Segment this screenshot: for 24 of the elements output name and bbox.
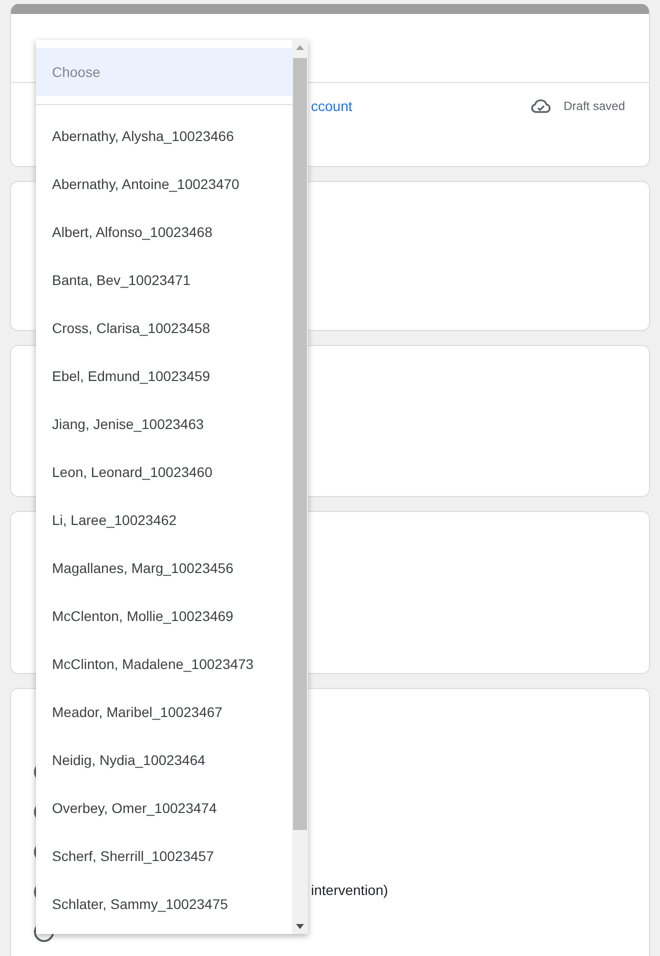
dropdown-option[interactable]: McClinton, Madalene_10023473 [36, 640, 292, 688]
dropdown-option[interactable]: Magallanes, Marg_10023456 [36, 544, 292, 592]
dropdown-option[interactable]: McClenton, Mollie_10023469 [36, 592, 292, 640]
account-link[interactable]: ccount [311, 98, 352, 114]
draft-saved-status: Draft saved [564, 99, 625, 113]
dropdown-option[interactable]: Meador, Maribel_10023467 [36, 688, 292, 736]
dropdown-option[interactable]: Albert, Alfonso_10023468 [36, 208, 292, 256]
option-label: intervention) [311, 882, 388, 898]
dropdown-option[interactable]: Li, Laree_10023462 [36, 496, 292, 544]
dropdown-option[interactable]: Neidig, Nydia_10023464 [36, 736, 292, 784]
dropdown-option[interactable]: Abernathy, Antoine_10023470 [36, 160, 292, 208]
dropdown-option[interactable]: Overbey, Omer_10023474 [36, 784, 292, 832]
scrollbar[interactable] [292, 40, 308, 934]
scroll-down-icon[interactable] [296, 924, 304, 929]
dropdown-option[interactable]: Jiang, Jenise_10023463 [36, 400, 292, 448]
dropdown-option[interactable]: Cross, Clarisa_10023458 [36, 304, 292, 352]
dropdown-option[interactable]: Ebel, Edmund_10023459 [36, 352, 292, 400]
cloud-check-icon [530, 98, 552, 114]
dropdown-option[interactable]: Abernathy, Alysha_10023466 [36, 112, 292, 160]
dropdown-option[interactable]: Banta, Bev_10023471 [36, 256, 292, 304]
dropdown-option[interactable]: Schlater, Sammy_10023475 [36, 880, 292, 928]
dropdown-option[interactable]: Leon, Leonard_10023460 [36, 448, 292, 496]
scroll-up-icon[interactable] [296, 45, 304, 50]
dropdown-option[interactable]: Scherf, Sherrill_10023457 [36, 832, 292, 880]
